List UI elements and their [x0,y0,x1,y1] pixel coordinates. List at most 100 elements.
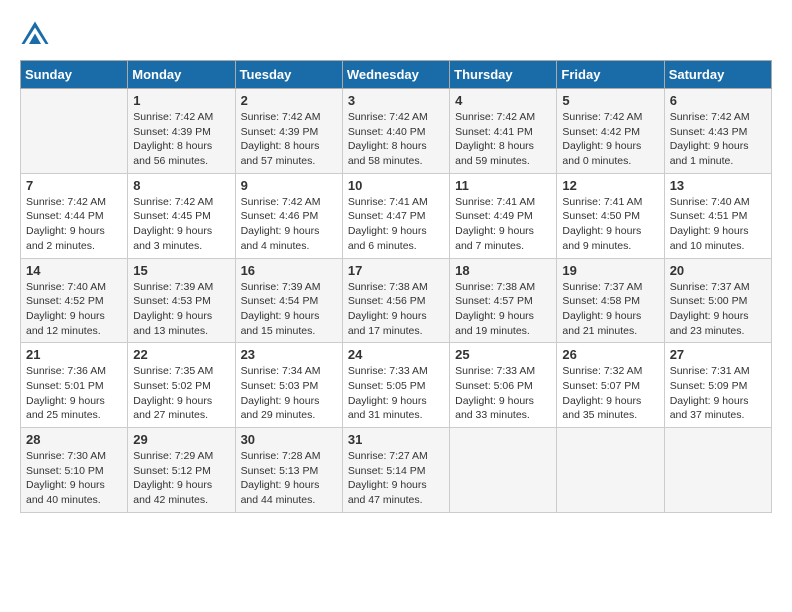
day-info: Sunrise: 7:41 AM Sunset: 4:47 PM Dayligh… [348,195,444,254]
calendar-day-cell: 20 Sunrise: 7:37 AM Sunset: 5:00 PM Dayli… [664,258,771,343]
day-number: 28 [26,432,122,447]
calendar-day-cell [664,428,771,513]
day-info: Sunrise: 7:31 AM Sunset: 5:09 PM Dayligh… [670,364,766,423]
day-info: Sunrise: 7:33 AM Sunset: 5:06 PM Dayligh… [455,364,551,423]
calendar-day-cell: 23Sunrise: 7:34 AM Sunset: 5:03 PM Dayli… [235,343,342,428]
calendar-week-row: 14 Sunrise: 7:40 AM Sunset: 4:52 PM Dayli… [21,258,772,343]
day-number: 24 [348,347,444,362]
calendar-week-row: 7 Sunrise: 7:42 AM Sunset: 4:44 PM Daylig… [21,173,772,258]
logo-icon [20,20,50,50]
logo [20,20,54,50]
day-info: Sunrise: 7:37 AM Sunset: 5:00 PM Dayligh… [670,280,766,339]
calendar-day-cell: 25 Sunrise: 7:33 AM Sunset: 5:06 PM Dayli… [450,343,557,428]
day-number: 10 [348,178,444,193]
day-info: Sunrise: 7:42 AM Sunset: 4:41 PM Dayligh… [455,110,551,169]
day-info: Sunrise: 7:42 AM Sunset: 4:45 PM Dayligh… [133,195,229,254]
day-number: 26 [562,347,658,362]
calendar-day-cell: 22 Sunrise: 7:35 AM Sunset: 5:02 PM Dayli… [128,343,235,428]
calendar-week-row: 28 Sunrise: 7:30 AM Sunset: 5:10 PM Dayli… [21,428,772,513]
calendar-week-row: 1 Sunrise: 7:42 AM Sunset: 4:39 PM Daylig… [21,89,772,174]
day-number: 21 [26,347,122,362]
day-number: 16 [241,263,337,278]
calendar-day-cell: 10 Sunrise: 7:41 AM Sunset: 4:47 PM Dayli… [342,173,449,258]
day-number: 29 [133,432,229,447]
day-number: 17 [348,263,444,278]
day-info: Sunrise: 7:42 AM Sunset: 4:44 PM Dayligh… [26,195,122,254]
calendar-table: SundayMondayTuesdayWednesdayThursdayFrid… [20,60,772,513]
day-of-week-header: Sunday [21,61,128,89]
calendar-day-cell: 1 Sunrise: 7:42 AM Sunset: 4:39 PM Daylig… [128,89,235,174]
calendar-day-cell: 29 Sunrise: 7:29 AM Sunset: 5:12 PM Dayli… [128,428,235,513]
day-info: Sunrise: 7:33 AM Sunset: 5:05 PM Dayligh… [348,364,444,423]
calendar-day-cell: 31 Sunrise: 7:27 AM Sunset: 5:14 PM Dayli… [342,428,449,513]
day-of-week-header: Saturday [664,61,771,89]
day-info: Sunrise: 7:41 AM Sunset: 4:49 PM Dayligh… [455,195,551,254]
calendar-day-cell: 16 Sunrise: 7:39 AM Sunset: 4:54 PM Dayli… [235,258,342,343]
day-number: 25 [455,347,551,362]
calendar-header: SundayMondayTuesdayWednesdayThursdayFrid… [21,61,772,89]
day-of-week-header: Monday [128,61,235,89]
calendar-day-cell: 11 Sunrise: 7:41 AM Sunset: 4:49 PM Dayli… [450,173,557,258]
day-number: 3 [348,93,444,108]
calendar-day-cell: 7 Sunrise: 7:42 AM Sunset: 4:44 PM Daylig… [21,173,128,258]
calendar-week-row: 21 Sunrise: 7:36 AM Sunset: 5:01 PM Dayli… [21,343,772,428]
calendar-day-cell: 8 Sunrise: 7:42 AM Sunset: 4:45 PM Daylig… [128,173,235,258]
calendar-day-cell: 28 Sunrise: 7:30 AM Sunset: 5:10 PM Dayli… [21,428,128,513]
day-number: 31 [348,432,444,447]
day-number: 4 [455,93,551,108]
calendar-day-cell: 6Sunrise: 7:42 AM Sunset: 4:43 PM Daylig… [664,89,771,174]
calendar-day-cell: 2Sunrise: 7:42 AM Sunset: 4:39 PM Daylig… [235,89,342,174]
day-number: 14 [26,263,122,278]
day-info: Sunrise: 7:38 AM Sunset: 4:56 PM Dayligh… [348,280,444,339]
day-of-week-header: Friday [557,61,664,89]
day-info: Sunrise: 7:42 AM Sunset: 4:39 PM Dayligh… [133,110,229,169]
day-info: Sunrise: 7:27 AM Sunset: 5:14 PM Dayligh… [348,449,444,508]
day-number: 6 [670,93,766,108]
calendar-day-cell: 27 Sunrise: 7:31 AM Sunset: 5:09 PM Dayli… [664,343,771,428]
day-number: 20 [670,263,766,278]
day-info: Sunrise: 7:39 AM Sunset: 4:53 PM Dayligh… [133,280,229,339]
calendar-day-cell: 17 Sunrise: 7:38 AM Sunset: 4:56 PM Dayli… [342,258,449,343]
day-number: 12 [562,178,658,193]
calendar-day-cell: 21 Sunrise: 7:36 AM Sunset: 5:01 PM Dayli… [21,343,128,428]
day-number: 22 [133,347,229,362]
calendar-day-cell: 15 Sunrise: 7:39 AM Sunset: 4:53 PM Dayli… [128,258,235,343]
day-number: 15 [133,263,229,278]
calendar-day-cell: 12Sunrise: 7:41 AM Sunset: 4:50 PM Dayli… [557,173,664,258]
day-number: 9 [241,178,337,193]
day-info: Sunrise: 7:28 AM Sunset: 5:13 PM Dayligh… [241,449,337,508]
day-of-week-header: Thursday [450,61,557,89]
day-info: Sunrise: 7:30 AM Sunset: 5:10 PM Dayligh… [26,449,122,508]
calendar-day-cell: 13 Sunrise: 7:40 AM Sunset: 4:51 PM Dayli… [664,173,771,258]
day-number: 2 [241,93,337,108]
calendar-day-cell: 4 Sunrise: 7:42 AM Sunset: 4:41 PM Daylig… [450,89,557,174]
day-number: 1 [133,93,229,108]
day-number: 7 [26,178,122,193]
calendar-day-cell [450,428,557,513]
day-info: Sunrise: 7:35 AM Sunset: 5:02 PM Dayligh… [133,364,229,423]
day-info: Sunrise: 7:37 AM Sunset: 4:58 PM Dayligh… [562,280,658,339]
day-info: Sunrise: 7:40 AM Sunset: 4:52 PM Dayligh… [26,280,122,339]
day-info: Sunrise: 7:42 AM Sunset: 4:40 PM Dayligh… [348,110,444,169]
calendar-day-cell: 30Sunrise: 7:28 AM Sunset: 5:13 PM Dayli… [235,428,342,513]
day-number: 5 [562,93,658,108]
day-info: Sunrise: 7:42 AM Sunset: 4:46 PM Dayligh… [241,195,337,254]
day-number: 13 [670,178,766,193]
day-info: Sunrise: 7:39 AM Sunset: 4:54 PM Dayligh… [241,280,337,339]
day-info: Sunrise: 7:38 AM Sunset: 4:57 PM Dayligh… [455,280,551,339]
day-info: Sunrise: 7:32 AM Sunset: 5:07 PM Dayligh… [562,364,658,423]
day-info: Sunrise: 7:40 AM Sunset: 4:51 PM Dayligh… [670,195,766,254]
calendar-day-cell [21,89,128,174]
calendar-day-cell: 9 Sunrise: 7:42 AM Sunset: 4:46 PM Daylig… [235,173,342,258]
day-info: Sunrise: 7:36 AM Sunset: 5:01 PM Dayligh… [26,364,122,423]
calendar-day-cell: 18 Sunrise: 7:38 AM Sunset: 4:57 PM Dayli… [450,258,557,343]
day-number: 27 [670,347,766,362]
calendar-day-cell: 26 Sunrise: 7:32 AM Sunset: 5:07 PM Dayli… [557,343,664,428]
calendar-day-cell: 5Sunrise: 7:42 AM Sunset: 4:42 PM Daylig… [557,89,664,174]
day-number: 8 [133,178,229,193]
calendar-day-cell [557,428,664,513]
day-info: Sunrise: 7:29 AM Sunset: 5:12 PM Dayligh… [133,449,229,508]
day-number: 18 [455,263,551,278]
day-number: 11 [455,178,551,193]
day-number: 19 [562,263,658,278]
